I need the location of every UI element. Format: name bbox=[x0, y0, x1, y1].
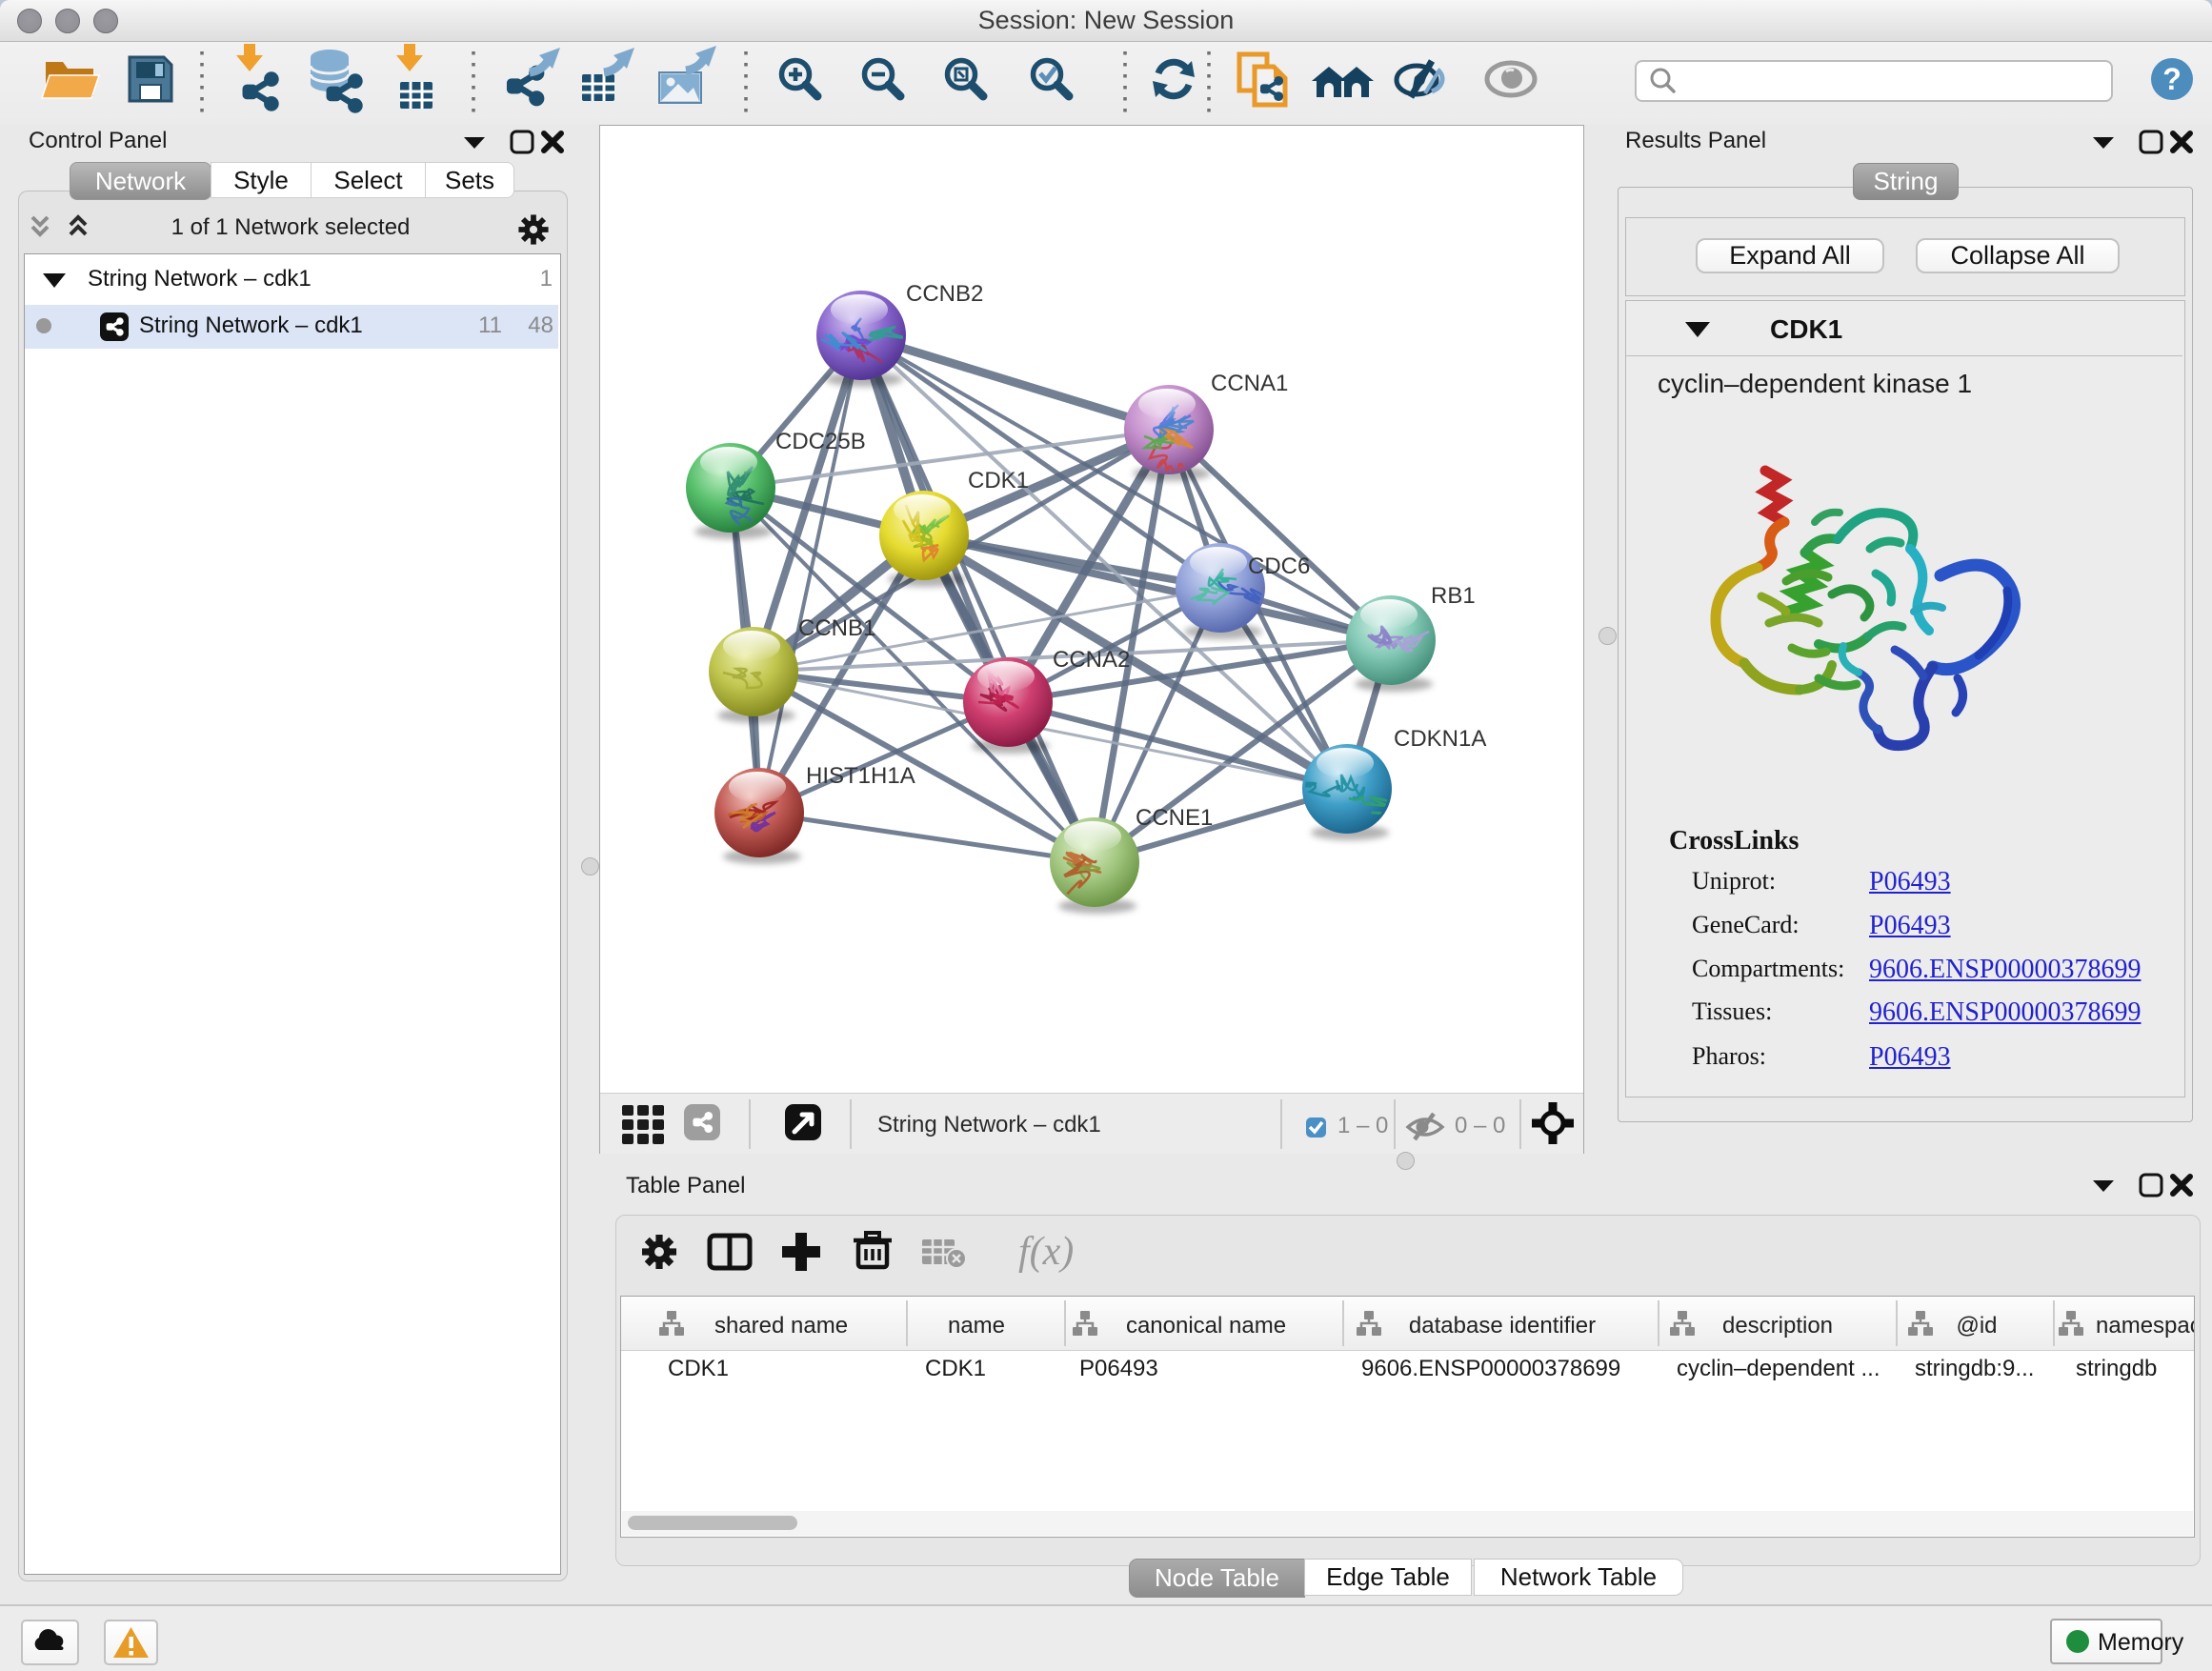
svg-text:CDK1: CDK1 bbox=[968, 468, 1029, 493]
svg-text:CCNA2: CCNA2 bbox=[1053, 647, 1130, 673]
svg-text:RB1: RB1 bbox=[1431, 583, 1476, 609]
svg-text:HIST1H1A: HIST1H1A bbox=[806, 763, 915, 789]
svg-text:String Network – cdk1: String Network – cdk1 bbox=[877, 1112, 1101, 1137]
svg-text:name: name bbox=[948, 1313, 1005, 1339]
svg-text:shared name: shared name bbox=[714, 1313, 848, 1339]
svg-text:@id: @id bbox=[1956, 1313, 1997, 1339]
svg-text:CDC25B: CDC25B bbox=[775, 429, 866, 454]
svg-text:0 – 0: 0 – 0 bbox=[1455, 1113, 1505, 1138]
svg-text:database identifier: database identifier bbox=[1409, 1313, 1596, 1339]
svg-text:f(x): f(x) bbox=[1018, 1230, 1074, 1274]
svg-text:description: description bbox=[1722, 1313, 1833, 1339]
svg-text:CDC6: CDC6 bbox=[1248, 554, 1310, 579]
svg-text:CDKN1A: CDKN1A bbox=[1394, 726, 1486, 752]
svg-text:CCNB2: CCNB2 bbox=[906, 281, 983, 307]
svg-text:?: ? bbox=[2162, 62, 2182, 96]
svg-text:CCNA1: CCNA1 bbox=[1211, 371, 1288, 396]
svg-text:1 – 0: 1 – 0 bbox=[1337, 1113, 1388, 1138]
svg-text:CCNE1: CCNE1 bbox=[1136, 805, 1213, 831]
svg-text:namespace: namespace bbox=[2096, 1313, 2194, 1339]
svg-text:CCNB1: CCNB1 bbox=[798, 615, 875, 641]
svg-text:canonical name: canonical name bbox=[1126, 1313, 1286, 1339]
